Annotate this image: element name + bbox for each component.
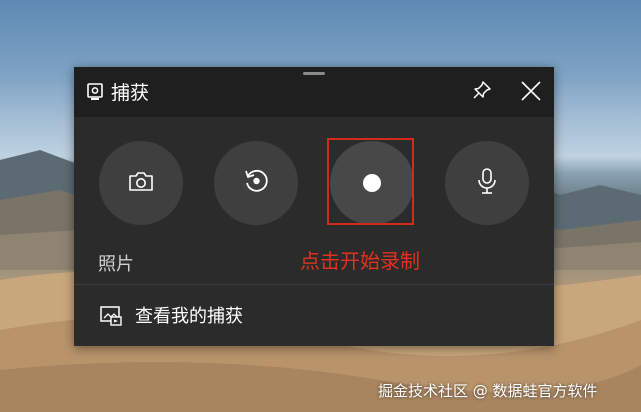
microphone-icon	[477, 167, 497, 199]
replay-icon	[243, 168, 269, 198]
record-annotation: 点击开始录制	[300, 249, 420, 273]
capture-widget: 捕获 照片 点击开始录制 查看我的捕获	[74, 67, 554, 346]
pin-button[interactable]	[468, 78, 496, 106]
photo-label: 照片	[98, 254, 134, 275]
watermark-text: 掘金技术社区 @ 数据蛙官方软件	[378, 382, 598, 400]
window-title: 捕获	[111, 82, 150, 104]
screenshot-button[interactable]	[99, 141, 183, 225]
view-captures-link[interactable]: 查看我的捕获	[74, 285, 554, 346]
gallery-icon	[100, 306, 122, 326]
view-captures-label: 查看我的捕获	[135, 306, 243, 327]
pin-icon	[472, 80, 492, 104]
camera-icon	[128, 170, 154, 196]
capture-icon	[87, 83, 103, 101]
record-highlight-box	[327, 138, 414, 225]
microphone-button[interactable]	[445, 141, 529, 225]
drag-handle[interactable]	[303, 72, 325, 75]
recent-capture-button[interactable]	[214, 141, 298, 225]
title-bar[interactable]: 捕获	[74, 67, 554, 117]
close-button[interactable]	[516, 78, 546, 108]
close-icon	[521, 81, 541, 105]
